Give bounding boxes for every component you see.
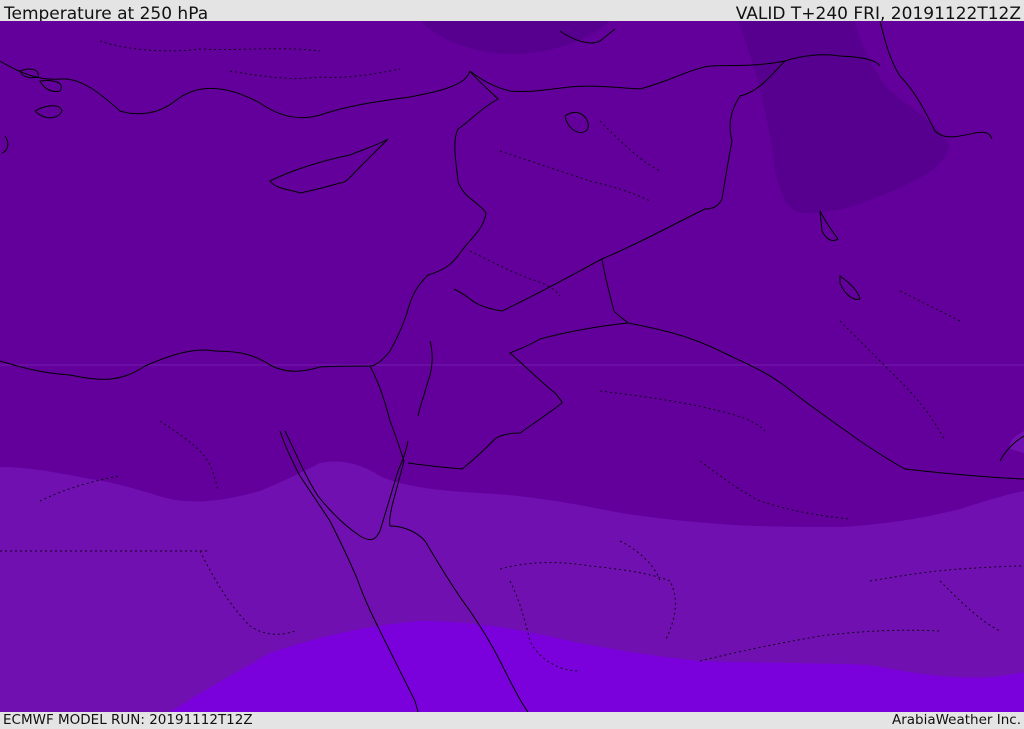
footer-bar: ECMWF MODEL RUN: 20191112T12Z ArabiaWeat…	[0, 712, 1024, 729]
model-run-label: ECMWF MODEL RUN: 20191112T12Z	[3, 712, 253, 728]
credit-label: ArabiaWeather Inc.	[891, 712, 1021, 728]
temperature-map	[0, 21, 1024, 712]
header-bar: Temperature at 250 hPa VALID T+240 FRI, …	[0, 0, 1024, 24]
